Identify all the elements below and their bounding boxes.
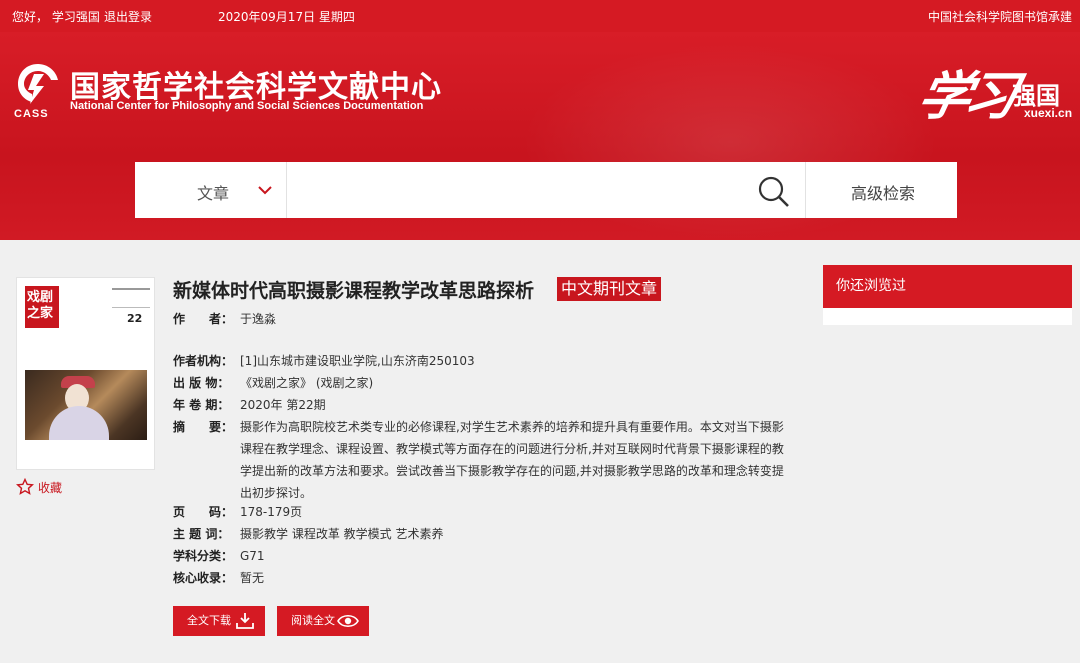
field-label: 出 版 物： <box>173 376 230 390</box>
read-label: 阅读全文 <box>291 614 335 627</box>
favorite-button[interactable]: 收藏 <box>15 477 63 496</box>
logo-abbreviation: CASS <box>14 108 49 120</box>
field-label: 页 码： <box>173 505 234 519</box>
search-icon[interactable] <box>755 174 795 208</box>
article-type-badge: 中文期刊文章 <box>557 277 662 301</box>
undertaker-text: 中国社会科学院图书馆承建 <box>927 10 1072 24</box>
advanced-search-label: 高级检索 <box>851 184 916 203</box>
eye-icon <box>337 614 359 628</box>
cover-journal-name: 戏剧之家 <box>25 286 59 328</box>
recently-viewed-header: 你还浏览过 <box>823 265 1072 308</box>
cover-header-lines <box>112 288 150 308</box>
field-value: [1]山东城市建设职业学院,山东济南250103 <box>240 354 475 368</box>
field-classification: 学科分类： G71 <box>173 546 265 566</box>
download-fulltext-button[interactable]: 全文下载 <box>173 606 265 636</box>
recently-viewed-panel: 你还浏览过 <box>823 265 1072 325</box>
keywords-links[interactable]: 摄影教学 课程改革 教学模式 艺术素养 <box>240 524 785 544</box>
search-input[interactable] <box>288 162 805 218</box>
field-core-index: 核心收录： 暂无 <box>173 568 264 588</box>
field-label: 作 者： <box>173 312 234 326</box>
download-icon <box>236 613 254 629</box>
author-link[interactable]: 于逸淼 <box>240 309 785 329</box>
cover-photo-costume <box>49 406 109 440</box>
field-value: G71 <box>240 549 265 563</box>
greeting-text: 您好， 学习强国 <box>12 10 100 24</box>
field-pages: 页 码： 178-179页 <box>173 502 302 522</box>
field-value: 暂无 <box>240 571 265 585</box>
top-bar: 您好， 学习强国 退出登录 2020年09月17日 星期四 中国社会科学院图书馆… <box>0 0 1080 32</box>
field-author: 作 者： 于逸淼 <box>173 309 276 329</box>
field-label: 摘 要： <box>173 420 234 434</box>
logout-link[interactable]: 退出登录 <box>104 8 152 25</box>
xuexi-calligraphy-logo[interactable]: 学习 <box>912 54 1020 129</box>
field-abstract: 摘 要： 摄影作为高职院校艺术类专业的必修课程,对学生艺术素养的培养和提升具有重… <box>173 417 784 500</box>
article-title: 新媒体时代高职摄影课程教学改革思路探析 <box>173 280 535 302</box>
read-fulltext-button[interactable]: 阅读全文 <box>277 606 369 636</box>
field-value: 178-179页 <box>240 505 303 519</box>
field-label: 核心收录： <box>173 571 234 585</box>
field-value: 2020年 第22期 <box>240 398 326 412</box>
xuexi-domain: xuexi.cn <box>1024 106 1073 120</box>
download-label: 全文下载 <box>187 614 231 627</box>
publication-link[interactable]: 《戏剧之家》 (戏剧之家) <box>240 373 785 393</box>
field-label: 主 题 词： <box>173 527 230 541</box>
journal-cover[interactable]: 戏剧之家 22 <box>16 277 155 470</box>
cover-issue-number: 22 <box>127 312 143 325</box>
field-volume-issue: 年 卷 期： 2020年 第22期 <box>173 395 326 415</box>
search-bar: 文章 高级检索 <box>135 162 957 218</box>
star-icon <box>15 477 35 495</box>
current-date: 2020年09月17日 星期四 <box>218 10 355 24</box>
favorite-label: 收藏 <box>38 481 63 495</box>
site-title-en: National Center for Philosophy and Socia… <box>70 100 424 112</box>
field-label: 作者机构： <box>173 354 234 368</box>
field-label: 学科分类： <box>173 549 234 563</box>
chevron-down-icon <box>258 186 272 195</box>
field-label: 年 卷 期： <box>173 398 230 412</box>
cover-photo <box>25 370 147 440</box>
header-banner: CASS 国家哲学社会科学文献中心 National Center for Ph… <box>0 32 1080 240</box>
field-keywords: 主 题 词： 摄影教学 课程改革 教学模式 艺术素养 <box>173 524 443 544</box>
search-type-dropdown[interactable]: 文章 <box>135 162 287 218</box>
field-publication: 出 版 物： 《戏剧之家》 (戏剧之家) <box>173 373 373 393</box>
abstract-text: 摄影作为高职院校艺术类专业的必修课程,对学生艺术素养的培养和提升具有重要作用。本… <box>240 420 784 500</box>
advanced-search-button[interactable]: 高级检索 <box>805 162 957 218</box>
search-type-label: 文章 <box>197 184 230 203</box>
field-institution: 作者机构： [1]山东城市建设职业学院,山东济南250103 <box>173 351 475 371</box>
